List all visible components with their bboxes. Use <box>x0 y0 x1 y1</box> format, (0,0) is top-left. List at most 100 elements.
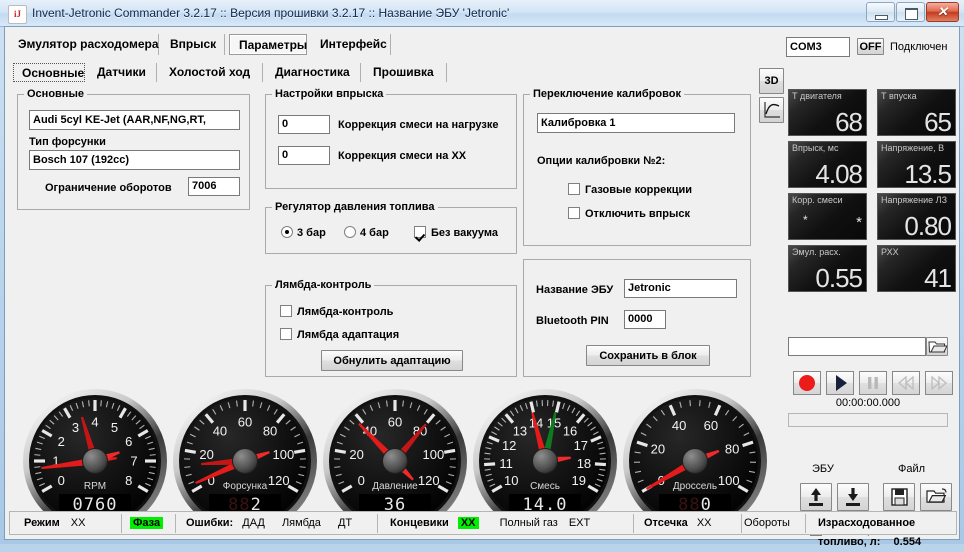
group-injection-settings: Настройки впрыска 0 Коррекция смеси на н… <box>265 94 517 189</box>
svg-text:2: 2 <box>58 434 65 449</box>
3d-view-button[interactable]: 3D <box>759 68 784 94</box>
checkbox-disable-injection-label: Отключить впрыск <box>585 208 690 220</box>
ecu-name-label: Название ЭБУ <box>536 284 613 296</box>
subtab-firmware[interactable]: Прошивка <box>365 63 447 82</box>
tab-interface[interactable]: Интерфейс <box>311 34 391 55</box>
recorder-timecode: 00:00:00.000 <box>788 397 948 409</box>
tile-label: Напряжение, В <box>881 143 944 153</box>
connection-status: Подключен <box>890 41 948 53</box>
group-ecu-identity: Название ЭБУ Jetronic Bluetooth PIN 0000… <box>523 259 751 377</box>
svg-text:7: 7 <box>130 454 137 469</box>
tile-idle-valve: РХХ 41 <box>877 245 956 292</box>
status-errors: Ошибки: ДАД Лямбда ДТ <box>178 514 378 533</box>
tile-value: 41 <box>924 263 951 292</box>
radio-3bar[interactable] <box>281 226 293 238</box>
checkbox-lambda-adaptation[interactable] <box>280 328 292 340</box>
status-rpm: Обороты <box>744 514 806 533</box>
tile-label: Корр. смеси <box>792 195 842 205</box>
maximize-button[interactable] <box>896 2 925 22</box>
subtab-sensors[interactable]: Датчики <box>89 63 157 82</box>
play-button[interactable] <box>826 371 854 395</box>
svg-text:100: 100 <box>273 447 295 462</box>
load-correction-stepper[interactable]: 0 <box>278 115 330 134</box>
injector-type-label: Тип форсунки <box>29 136 106 148</box>
checkbox-lambda-control-label: Лямбда-контроль <box>297 306 393 318</box>
log-file-path-input[interactable] <box>788 337 926 356</box>
upload-to-ecu-button[interactable] <box>800 483 832 511</box>
status-limits-label: Концевики <box>390 517 449 529</box>
tile-value: 68 <box>835 107 862 136</box>
tile-flow-emulator: Эмул. расх. 0.55 <box>788 245 867 292</box>
svg-text:5: 5 <box>111 420 118 435</box>
maximize-icon <box>905 8 918 20</box>
com-port-select[interactable]: COM3 <box>786 37 850 57</box>
status-error-3: ДТ <box>338 517 352 529</box>
engine-select[interactable]: Audi 5cyl KE-Jet (AAR,NF,NG,RT, <box>29 110 240 130</box>
rewind-button[interactable] <box>892 371 920 395</box>
checkbox-no-vacuum[interactable] <box>414 226 426 238</box>
tile-label: Напряжение ЛЗ <box>881 195 947 205</box>
download-from-ecu-button[interactable] <box>837 483 869 511</box>
tile-label: РХХ <box>881 247 899 257</box>
pause-button[interactable] <box>859 371 887 395</box>
folder-open-icon <box>921 484 951 510</box>
group-calibration-caption: Переключение калибровок <box>530 88 684 100</box>
reset-adaptation-button[interactable]: Обнулить адаптацию <box>321 350 463 371</box>
svg-text:60: 60 <box>388 415 402 430</box>
title-bar: iJ Invent-Jetronic Commander 3.2.17 :: В… <box>0 0 964 27</box>
open-file-button[interactable] <box>920 483 952 511</box>
status-bar: Режим ХХ Фаза Ошибки: ДАД Лямбда ДТ Конц… <box>9 511 957 535</box>
svg-text:80: 80 <box>263 424 277 439</box>
subtab-diagnostics[interactable]: Диагностика <box>267 63 361 82</box>
gauge-title: Дроссель <box>621 481 769 492</box>
tile-voltage: Напряжение, В 13.5 <box>877 141 956 188</box>
save-to-ecu-button[interactable]: Сохранить в блок <box>586 345 710 366</box>
bluetooth-pin-field[interactable]: 0000 <box>624 310 666 329</box>
rev-limit-stepper[interactable]: 7006 <box>188 177 240 196</box>
tab-injection[interactable]: Впрыск <box>161 34 225 55</box>
tile-value: * <box>856 214 862 231</box>
gauge-title: Смесь <box>471 481 619 492</box>
calibration-select[interactable]: Калибровка 1 <box>537 113 735 133</box>
status-rpm-label: Обороты <box>744 517 790 529</box>
minimize-button[interactable] <box>866 2 895 22</box>
gauge-title: Давление <box>321 481 469 492</box>
svg-text:6: 6 <box>125 434 132 449</box>
line-chart-icon <box>760 98 783 122</box>
injector-select[interactable]: Bosch 107 (192cc) <box>29 150 240 170</box>
tab-flow-emulator[interactable]: Эмулятор расходомера <box>9 34 159 55</box>
status-phase-badge: Фаза <box>130 517 163 529</box>
record-button[interactable] <box>793 371 821 395</box>
group-pressure-caption: Регулятор давления топлива <box>272 201 438 213</box>
subtab-idle[interactable]: Холостой ход <box>161 63 263 82</box>
svg-text:18: 18 <box>577 456 591 471</box>
subtab-basic[interactable]: Основные <box>13 63 85 82</box>
group-lambda: Лямбда-контроль Лямбда-контроль Лямбда а… <box>265 285 517 377</box>
connection-toggle-button[interactable]: OFF <box>857 38 884 55</box>
checkbox-lambda-adaptation-label: Лямбда адаптация <box>297 329 399 341</box>
chart-view-button[interactable] <box>759 97 784 123</box>
tile-label: Т двигателя <box>792 91 842 101</box>
save-file-button[interactable] <box>883 483 915 511</box>
rev-limit-label: Ограничение оборотов <box>45 182 172 194</box>
minimize-icon <box>875 15 888 20</box>
svg-text:3: 3 <box>72 420 79 435</box>
status-mode-label: Режим <box>24 517 60 529</box>
forward-button[interactable] <box>925 371 953 395</box>
idle-correction-stepper[interactable]: 0 <box>278 146 330 165</box>
upload-icon <box>801 484 831 510</box>
checkbox-gas-corrections[interactable] <box>568 183 580 195</box>
radio-4bar[interactable] <box>344 226 356 238</box>
close-button[interactable]: ✕ <box>926 2 959 22</box>
checkbox-lambda-control[interactable] <box>280 305 292 317</box>
tab-parameters[interactable]: Параметры <box>229 34 307 55</box>
checkbox-disable-injection[interactable] <box>568 207 580 219</box>
status-mode-value: ХХ <box>71 517 86 529</box>
status-fuel-value: 0.554 <box>894 536 922 548</box>
tile-mixture-correction: Корр. смеси * * <box>788 193 867 240</box>
status-full-gas: Полный газ <box>500 517 558 529</box>
fast-forward-icon <box>926 372 952 394</box>
ecu-name-field[interactable]: Jetronic <box>624 279 737 298</box>
browse-log-file-button[interactable] <box>926 337 948 356</box>
status-phase: Фаза <box>124 514 176 533</box>
